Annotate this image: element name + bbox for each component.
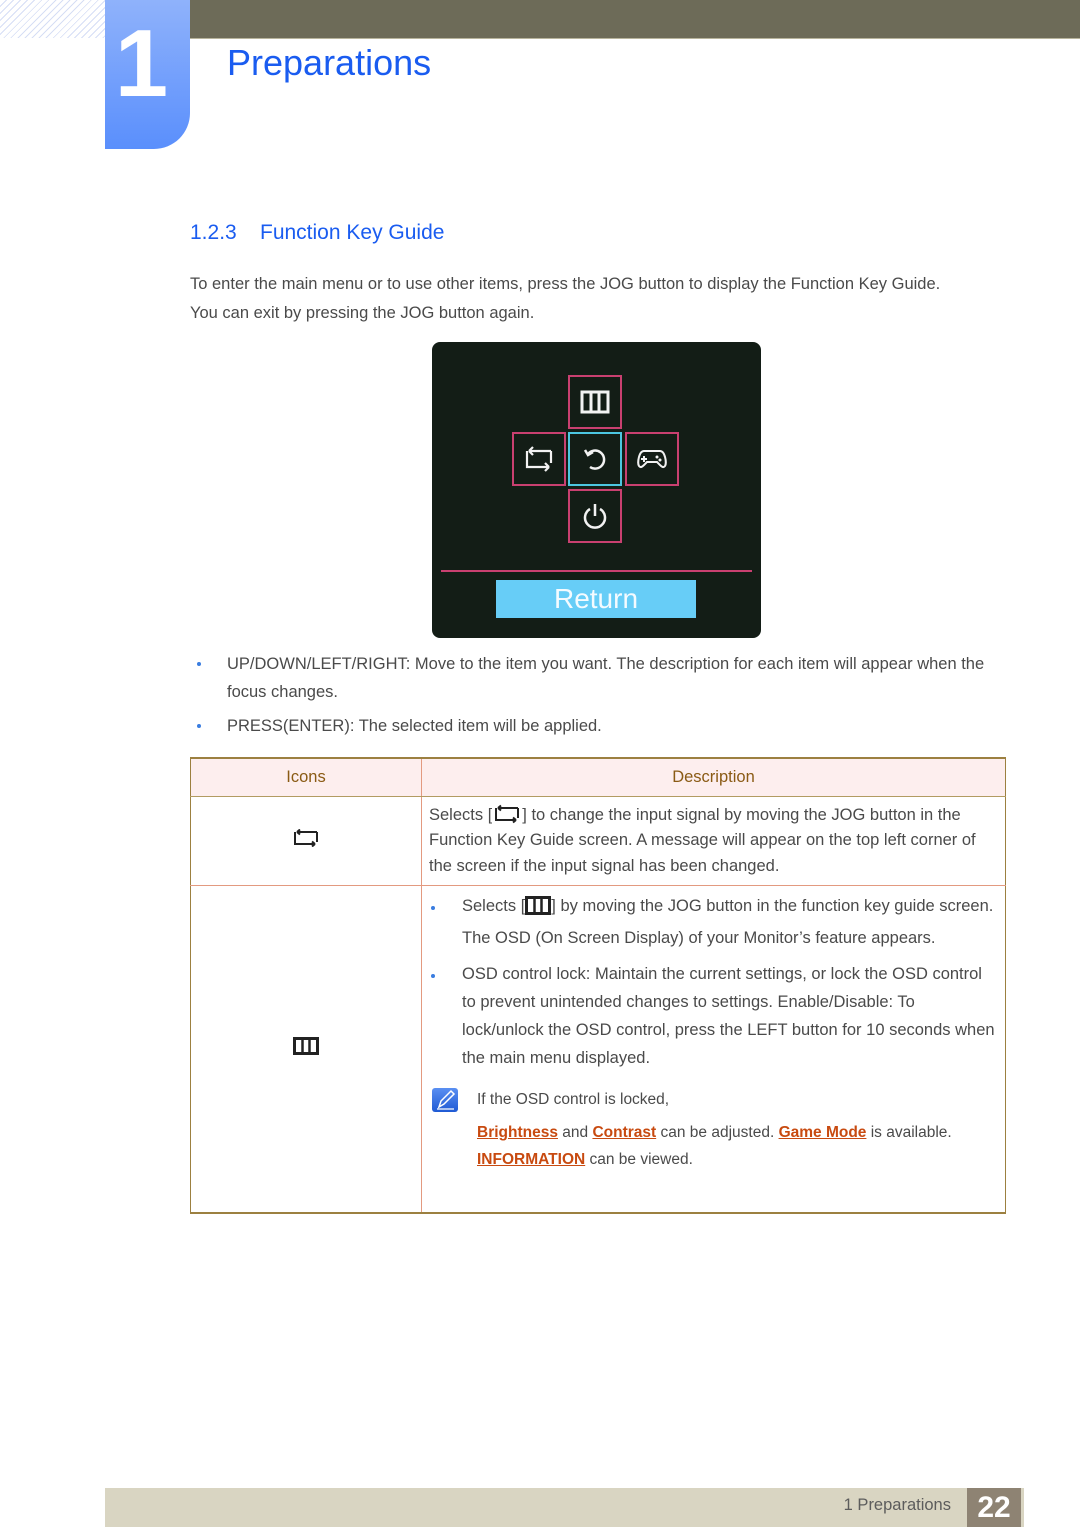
section-heading: 1.2.3 Function Key Guide — [190, 221, 444, 245]
note-line: Brightness and Contrast can be adjusted.… — [477, 1119, 998, 1146]
note-text: can be adjusted. — [656, 1124, 779, 1141]
usage-bullets: UP/DOWN/LEFT/RIGHT: Move to the item you… — [190, 650, 1010, 746]
description-text: ] by moving the JOG button in the functi… — [551, 897, 994, 915]
input-source-icon — [294, 828, 318, 848]
input-source-icon — [492, 803, 523, 824]
note-text: is available. — [866, 1124, 952, 1141]
description-text: Selects [ — [429, 805, 493, 824]
osd-center-button[interactable] — [568, 432, 622, 486]
table-row: Selects [ ] by moving the JOG button in t… — [190, 885, 1006, 1214]
note-line: If the OSD control is locked, — [477, 1091, 670, 1108]
icons-table: Icons Description Selects [] to change t… — [190, 757, 1006, 1214]
section-title: Function Key Guide — [260, 221, 445, 244]
bullet-item: UP/DOWN/LEFT/RIGHT: Move to the item you… — [190, 650, 1010, 706]
header-hatch-decoration — [0, 0, 105, 38]
menu-icon — [525, 896, 552, 915]
osd-return-label: Return — [496, 580, 696, 618]
power-icon — [583, 504, 607, 529]
description-paragraph: The OSD (On Screen Display) of your Moni… — [462, 929, 936, 947]
section-number: 1.2.3 — [190, 221, 237, 244]
table-row: Selects [] to change the input signal by… — [190, 796, 1006, 886]
icon-cell — [190, 796, 422, 886]
column-header-description: Description — [421, 757, 1006, 797]
menu-icon — [580, 390, 610, 414]
description-bullet: OSD control lock: Maintain the current s… — [429, 960, 998, 1072]
bullet-text: PRESS(ENTER): The selected item will be … — [227, 717, 602, 735]
osd-up-button[interactable] — [568, 375, 622, 429]
page-footer: 1 Preparations — [105, 1488, 967, 1527]
note-text: and — [557, 1124, 593, 1141]
brightness-link[interactable]: Brightness — [477, 1124, 558, 1141]
bullet-text: UP/DOWN/LEFT/RIGHT: Move to the item you… — [227, 655, 985, 701]
footer-edge — [1021, 1488, 1024, 1527]
input-source-icon — [525, 446, 553, 472]
game-mode-link[interactable]: Game Mode — [779, 1124, 867, 1141]
bullet-item: PRESS(ENTER): The selected item will be … — [190, 712, 1010, 740]
chapter-number: 1 — [114, 10, 169, 117]
osd-right-button[interactable] — [625, 432, 679, 486]
description-cell: Selects [ ] by moving the JOG button in t… — [421, 885, 1006, 1214]
return-icon — [583, 449, 606, 470]
description-text: Selects [ — [462, 897, 526, 915]
header-bar-rule — [190, 38, 1080, 39]
bullet-dot — [197, 662, 201, 666]
page-number: 22 — [967, 1488, 1021, 1527]
footer-chapter-label: 1 Preparations — [843, 1496, 951, 1514]
osd-down-button[interactable] — [568, 489, 622, 543]
intro-line-2: You can exit by pressing the JOG button … — [190, 304, 535, 322]
game-controller-icon — [637, 450, 667, 469]
header-bar — [190, 0, 1080, 38]
bullet-dot — [431, 906, 435, 910]
note-box: If the OSD control is locked, Brightness… — [429, 1086, 998, 1173]
note-pencil-icon — [432, 1088, 458, 1112]
intro-paragraph: To enter the main menu or to use other i… — [190, 270, 1020, 328]
description-bullet: Selects [ ] by moving the JOG button in t… — [429, 892, 998, 920]
contrast-link[interactable]: Contrast — [592, 1124, 656, 1141]
description-cell: Selects [] to change the input signal by… — [421, 796, 1006, 886]
chapter-tab: 1 — [105, 0, 190, 149]
icon-cell — [190, 885, 422, 1214]
column-header-icons: Icons — [190, 757, 422, 797]
note-text: can be viewed. — [585, 1151, 693, 1168]
note-line: INFORMATION can be viewed. — [477, 1146, 998, 1173]
information-link[interactable]: INFORMATION — [477, 1151, 585, 1168]
bullet-dot — [431, 974, 435, 978]
description-text: OSD control lock: Maintain the current s… — [462, 965, 995, 1067]
table-header-row: Icons Description — [190, 757, 1006, 797]
intro-line-1: To enter the main menu or to use other i… — [190, 275, 941, 293]
menu-icon — [293, 1037, 319, 1056]
bullet-dot — [197, 724, 201, 728]
function-key-guide-screen: Return — [432, 342, 761, 638]
osd-left-button[interactable] — [512, 432, 566, 486]
osd-separator — [441, 570, 752, 572]
chapter-title: Preparations — [227, 42, 432, 83]
